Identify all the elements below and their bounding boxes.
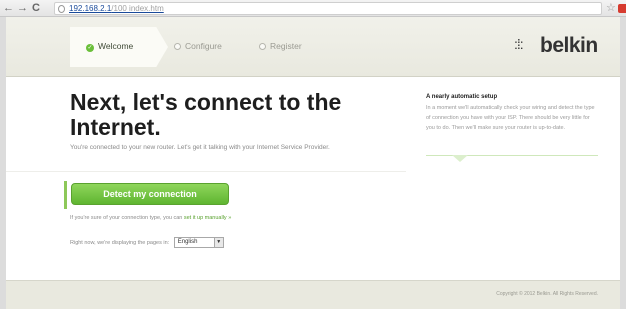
language-label: Right now, we're displaying the pages in… bbox=[70, 240, 170, 246]
tab-label: Register bbox=[270, 41, 302, 51]
bookmark-star-icon[interactable]: ☆ bbox=[606, 1, 616, 15]
copyright-text: Copyright © 2012 Belkin. All Rights Rese… bbox=[496, 291, 598, 297]
logo-wordmark: belkin bbox=[540, 34, 598, 57]
detect-connection-button[interactable]: Detect my connection bbox=[71, 183, 229, 205]
browser-toolbar: ← → C 192.168.2.1/100 index.htm ☆ bbox=[0, 0, 626, 17]
address-bar[interactable]: 192.168.2.1/100 index.htm bbox=[54, 2, 602, 15]
tab-label: Welcome bbox=[98, 41, 134, 51]
reload-button[interactable]: C bbox=[32, 1, 40, 15]
extension-icon[interactable] bbox=[618, 4, 626, 13]
setup-header: ✓ Welcome Configure Register :⁞: belkin bbox=[6, 17, 620, 77]
page-subtitle: You're connected to your new router. Let… bbox=[70, 144, 330, 151]
info-sidebar: A nearly automatic setup In a moment we'… bbox=[426, 94, 598, 133]
manual-setup-prefix: If you're sure of your connection type, … bbox=[70, 215, 183, 221]
back-button[interactable]: ← bbox=[3, 1, 14, 15]
page-title: Next, let's connect to the Internet. bbox=[70, 89, 342, 140]
tab-label: Configure bbox=[185, 41, 222, 51]
belkin-mark-icon: :⁞: bbox=[514, 36, 524, 52]
router-setup-page: ✓ Welcome Configure Register :⁞: belkin N… bbox=[6, 17, 620, 309]
forward-button[interactable]: → bbox=[17, 1, 28, 15]
language-selected-value: English bbox=[177, 239, 198, 246]
step-circle-icon bbox=[174, 43, 181, 50]
check-icon: ✓ bbox=[86, 44, 94, 52]
page-icon bbox=[58, 5, 65, 13]
sidebar-body: In a moment we'll automatically check yo… bbox=[426, 105, 595, 131]
step-circle-icon bbox=[259, 43, 266, 50]
manual-setup-text: If you're sure of your connection type, … bbox=[70, 215, 231, 221]
language-row: Right now, we're displaying the pages in… bbox=[70, 237, 224, 249]
content-divider bbox=[6, 171, 406, 172]
page-footer: Copyright © 2012 Belkin. All Rights Rese… bbox=[6, 280, 620, 309]
sidebar-title: A nearly automatic setup bbox=[426, 94, 498, 100]
tab-register[interactable]: Register bbox=[259, 39, 302, 53]
tab-configure[interactable]: Configure bbox=[174, 39, 222, 53]
language-select[interactable]: English ▼ bbox=[173, 237, 224, 249]
sidebar-notch bbox=[452, 155, 468, 162]
detect-section: Detect my connection bbox=[64, 181, 254, 209]
tab-welcome[interactable]: ✓ Welcome bbox=[70, 27, 168, 67]
url-text: 192.168.2.1/100 index.htm bbox=[69, 4, 164, 13]
chevron-down-icon: ▼ bbox=[213, 238, 223, 248]
manual-setup-link[interactable]: set it up manually » bbox=[184, 215, 231, 221]
